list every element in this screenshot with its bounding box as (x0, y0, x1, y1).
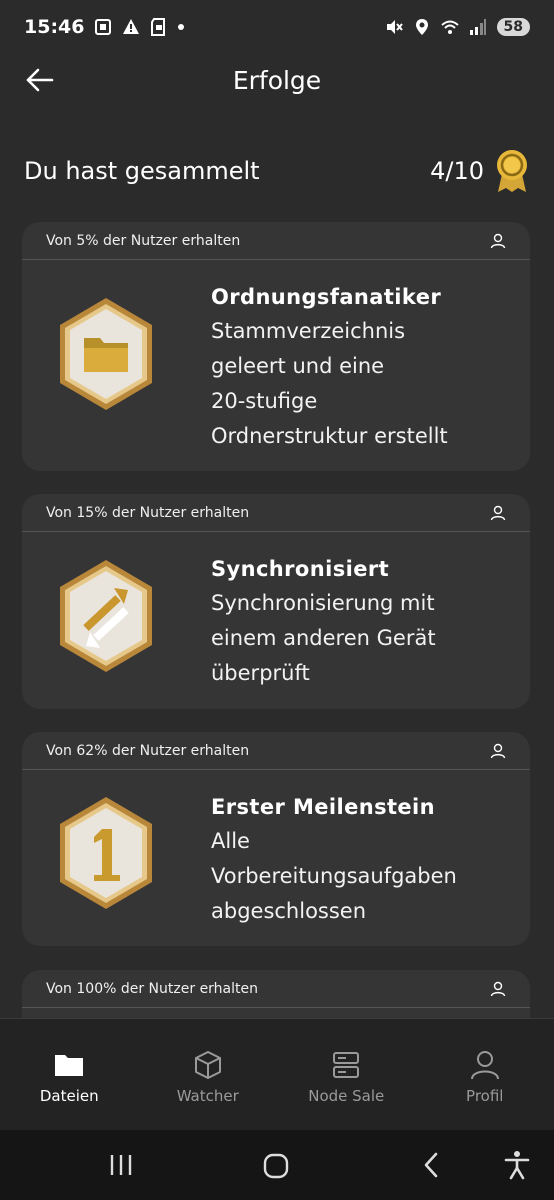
user-icon (490, 505, 506, 520)
summary-label: Du hast gesammelt (24, 157, 260, 185)
description-line: geleert und eine (211, 354, 385, 378)
bottom-navigation: Dateien Watcher Node Sale Profil (0, 1018, 554, 1130)
achievement-meta-row: Von 62% der Nutzer erhalten (22, 732, 530, 770)
description-line: Stammverzeichnis (211, 319, 406, 343)
folder-badge-icon (60, 298, 152, 410)
warning-icon (123, 19, 140, 34)
wifi-icon (440, 20, 459, 34)
nav-label: Dateien (39, 1087, 99, 1105)
achievement-meta: Von 15% der Nutzer erhalten (46, 504, 250, 521)
nav-label: Profil (466, 1087, 504, 1105)
nav-node-sale[interactable]: Node Sale (277, 1019, 416, 1130)
recent-apps-icon[interactable] (108, 1152, 134, 1178)
achievement-title: Erster Meilenstein (211, 795, 436, 819)
description-line: Synchronisierung mit (211, 591, 435, 615)
sd-card-icon (151, 18, 166, 36)
status-time: 15:46 (24, 16, 85, 38)
description-line: Ordnerstruktur erstellt (211, 424, 448, 448)
page-title: Erfolge (232, 65, 322, 95)
back-button[interactable] (24, 64, 56, 96)
nav-label: Watcher (176, 1087, 239, 1105)
description-line: 20-stufige (211, 389, 318, 413)
location-icon (415, 19, 428, 35)
user-icon (490, 233, 506, 248)
folder-icon (55, 1055, 84, 1076)
achievement-title: Synchronisiert (211, 557, 390, 581)
achievement-description: Stammverzeichnis geleert und eine 20-stu… (211, 314, 516, 454)
user-icon (490, 743, 506, 758)
user-icon (490, 981, 506, 996)
back-nav-icon[interactable] (420, 1151, 444, 1179)
sync-arrows-badge-icon (60, 560, 152, 672)
achievement-title: Ordnungsfanatiker (211, 285, 442, 309)
nav-watcher[interactable]: Watcher (139, 1019, 278, 1130)
accessibility-icon[interactable] (503, 1150, 531, 1180)
achievement-card[interactable]: Von 62% der Nutzer erhalten Erster Meile… (22, 732, 530, 946)
achievement-summary: Du hast gesammelt 4/10 (24, 146, 530, 196)
achievement-meta: Von 62% der Nutzer erhalten (46, 742, 250, 759)
nav-profil[interactable]: Profil (416, 1019, 554, 1130)
screenshot-icon (95, 19, 112, 35)
achievement-meta-row: Von 100% der Nutzer erhalten (22, 970, 530, 1008)
achievement-card[interactable]: Von 15% der Nutzer erhalten Synchronisie… (22, 494, 530, 709)
signal-icon (469, 19, 486, 35)
server-icon (333, 1052, 360, 1078)
achievement-list[interactable]: Von 5% der Nutzer erhalten Ordnungsfanat… (0, 220, 554, 1018)
achievement-meta-row: Von 5% der Nutzer erhalten (22, 222, 530, 260)
achievement-card[interactable]: Von 100% der Nutzer erhalten (22, 970, 530, 1018)
achievement-meta-row: Von 15% der Nutzer erhalten (22, 494, 530, 532)
achievement-meta: Von 5% der Nutzer erhalten (46, 232, 241, 249)
mute-icon (386, 20, 403, 34)
number-one-badge-icon (60, 797, 152, 909)
achievement-count: 4/10 (430, 157, 484, 185)
description-line: Vorbereitungsaufgaben (211, 864, 457, 888)
achievement-description: Synchronisierung mit einem anderen Gerät… (211, 586, 516, 691)
home-icon[interactable] (262, 1152, 290, 1180)
nav-dateien[interactable]: Dateien (0, 1019, 139, 1130)
notification-dot (178, 24, 185, 30)
user-icon (470, 1051, 499, 1080)
description-line: überprüft (211, 661, 310, 685)
gold-medal-icon (497, 150, 527, 192)
battery-indicator: 58 (496, 18, 530, 36)
description-line: abgeschlossen (211, 899, 367, 923)
cube-icon (194, 1051, 221, 1079)
achievement-description: Alle Vorbereitungsaufgaben abgeschlossen (211, 824, 516, 929)
description-line: Alle (211, 829, 250, 853)
description-line: einem anderen Gerät (211, 626, 436, 650)
status-bar: 15:46 58 (0, 0, 554, 54)
achievement-card[interactable]: Von 5% der Nutzer erhalten Ordnungsfanat… (22, 222, 530, 471)
nav-label: Node Sale (308, 1087, 385, 1105)
app-header: Erfolge (0, 54, 554, 106)
achievement-meta: Von 100% der Nutzer erhalten (46, 980, 259, 997)
system-navigation-bar (0, 1130, 554, 1200)
